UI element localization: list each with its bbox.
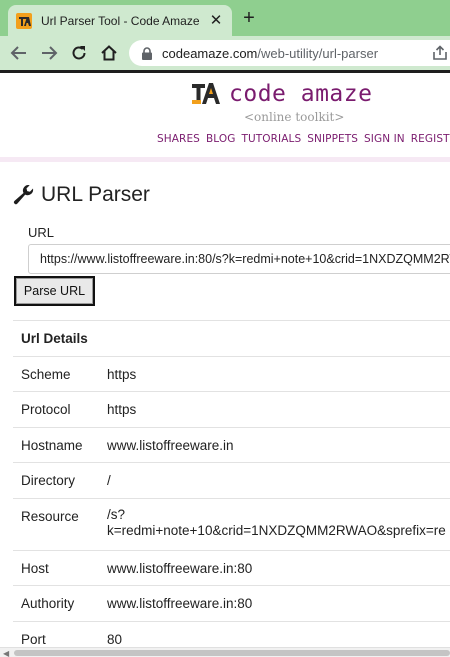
reload-icon[interactable] (67, 41, 91, 65)
address-bar-url: codeamaze.com/web-utility/url-parser (162, 45, 379, 61)
browser-toolbar: codeamaze.com/web-utility/url-parser (0, 36, 450, 70)
table-row: Scheme https (13, 355, 450, 392)
forward-arrow-icon[interactable] (37, 41, 61, 65)
site-nav: SHARES BLOG TUTORIALS SNIPPETS SIGN IN R… (157, 133, 450, 145)
horizontal-scrollbar[interactable]: ◀ (0, 647, 450, 657)
row-value: / (107, 473, 111, 488)
row-value: https (107, 402, 137, 417)
scroll-left-arrow-icon[interactable]: ◀ (3, 649, 9, 657)
site-tagline: <online toolkit> (244, 110, 345, 124)
table-row: Protocol https (13, 391, 450, 427)
close-tab-icon[interactable]: ✕ (208, 12, 224, 29)
site-logo-text: code amaze (229, 81, 373, 107)
row-key: Authority (21, 596, 75, 611)
url-field-label: URL (28, 225, 55, 240)
nav-link-tutorials[interactable]: TUTORIALS (241, 133, 301, 145)
nav-link-sign-in[interactable]: SIGN IN (364, 133, 405, 145)
nav-link-register[interactable]: REGISTER (411, 133, 450, 145)
row-value: www.listoffreeware.in:80 (107, 596, 253, 611)
row-value: /s? k=redmi+note+10&crid=1NXDZQMM2RWAO&sp… (107, 506, 446, 538)
table-row: Host www.listoffreeware.in:80 (13, 549, 450, 586)
row-key: Host (21, 560, 49, 576)
url-details-table: Url Details Scheme https Protocol https … (13, 320, 450, 656)
site-logo[interactable]: code amaze (192, 80, 372, 108)
row-key: Hostname (21, 437, 83, 453)
code-amaze-logo-icon (192, 83, 220, 104)
nav-link-snippets[interactable]: SNIPPETS (307, 133, 358, 145)
page-title: URL Parser (13, 183, 150, 207)
scrollbar-thumb[interactable] (14, 650, 450, 656)
url-input[interactable] (28, 244, 450, 274)
table-row: Hostname www.listoffreeware.in (13, 426, 450, 463)
row-key: Scheme (21, 366, 71, 382)
share-icon[interactable] (431, 44, 449, 62)
parse-url-button[interactable]: Parse URL (14, 276, 95, 306)
table-header-row: Url Details (13, 320, 450, 356)
code-amaze-favicon-icon (16, 12, 32, 29)
browser-tab-strip: Url Parser Tool - Code Amaze ✕ + (0, 0, 450, 36)
row-value: https (107, 366, 137, 382)
nav-link-blog[interactable]: BLOG (206, 133, 235, 145)
row-key: Protocol (21, 402, 71, 417)
table-row: Resource /s? k=redmi+note+10&crid=1NXDZQM… (13, 497, 450, 550)
row-value: www.listoffreeware.in:80 (107, 560, 253, 576)
table-header: Url Details (21, 331, 88, 346)
page-heading: URL Parser (41, 183, 150, 206)
table-row: Directory / (13, 462, 450, 498)
row-key: Directory (21, 473, 76, 488)
toolbar-divider (0, 70, 450, 73)
new-tab-icon[interactable]: + (239, 8, 259, 28)
browser-tab[interactable]: Url Parser Tool - Code Amaze ✕ (8, 5, 232, 36)
wrench-icon (13, 185, 34, 205)
home-icon[interactable] (97, 41, 121, 65)
row-key: Port (21, 631, 46, 647)
lock-icon (142, 46, 152, 60)
row-value: www.listoffreeware.in (107, 437, 234, 453)
back-arrow-icon[interactable] (7, 41, 31, 65)
nav-link-shares[interactable]: SHARES (157, 133, 200, 145)
tab-title: Url Parser Tool - Code Amaze (41, 13, 200, 28)
row-key: Resource (21, 508, 79, 524)
header-divider (0, 157, 450, 162)
row-value: 80 (107, 631, 123, 647)
address-bar[interactable]: codeamaze.com/web-utility/url-parser (129, 40, 450, 66)
table-row: Authority www.listoffreeware.in:80 (13, 585, 450, 621)
